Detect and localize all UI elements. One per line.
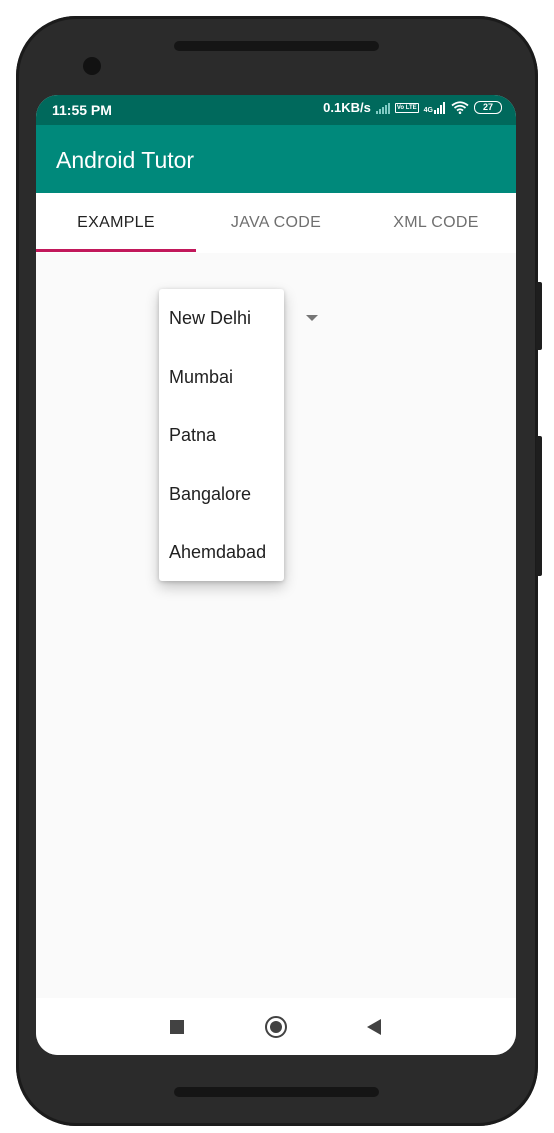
navigation-bar [36, 998, 516, 1055]
dropdown-option-mumbai[interactable]: Mumbai [159, 348, 284, 407]
dropdown-option-bangalore[interactable]: Bangalore [159, 465, 284, 524]
dropdown-arrow-icon[interactable] [306, 315, 318, 321]
wifi-icon [451, 101, 469, 114]
status-time: 11:55 PM [52, 102, 112, 118]
app-bar: Android Tutor [36, 125, 516, 193]
app-title: Android Tutor [56, 147, 195, 173]
power-button [536, 282, 542, 350]
circle-home-icon[interactable] [265, 1016, 287, 1038]
tab-example[interactable]: EXAMPLE [36, 193, 196, 253]
network-type-icon: 4G [424, 101, 446, 114]
dropdown-option-patna[interactable]: Patna [159, 406, 284, 465]
volume-button [536, 436, 542, 576]
square-icon[interactable] [170, 1020, 184, 1034]
tab-xml-code[interactable]: XML CODE [356, 193, 516, 253]
earpiece-speaker [174, 41, 379, 51]
device-screen: 11:55 PM 0.1KB/s Vo LTE 4G 27 Android Tu… [36, 95, 516, 1055]
status-bar: 11:55 PM 0.1KB/s Vo LTE 4G 27 [36, 95, 516, 125]
tab-indicator [36, 249, 196, 252]
status-indicators: 0.1KB/s Vo LTE 4G 27 [323, 100, 502, 115]
signal-weak-icon [375, 102, 390, 114]
dropdown-option-new-delhi[interactable]: New Delhi [159, 289, 284, 348]
spinner-dropdown: New Delhi Mumbai Patna Bangalore Ahemdab… [159, 289, 284, 581]
example-content: New Delhi Mumbai Patna Bangalore Ahemdab… [36, 253, 516, 998]
battery-icon: 27 [474, 101, 502, 114]
volte-icon: Vo LTE [394, 102, 419, 113]
front-camera [83, 57, 101, 75]
dropdown-option-ahemdabad[interactable]: Ahemdabad [159, 523, 284, 582]
back-triangle-icon[interactable] [367, 1019, 381, 1035]
bottom-speaker [174, 1087, 379, 1097]
signal-strong-icon [434, 101, 445, 114]
tab-java-code[interactable]: JAVA CODE [196, 193, 356, 253]
tab-bar: EXAMPLE JAVA CODE XML CODE [36, 193, 516, 253]
network-speed: 0.1KB/s [323, 100, 371, 115]
